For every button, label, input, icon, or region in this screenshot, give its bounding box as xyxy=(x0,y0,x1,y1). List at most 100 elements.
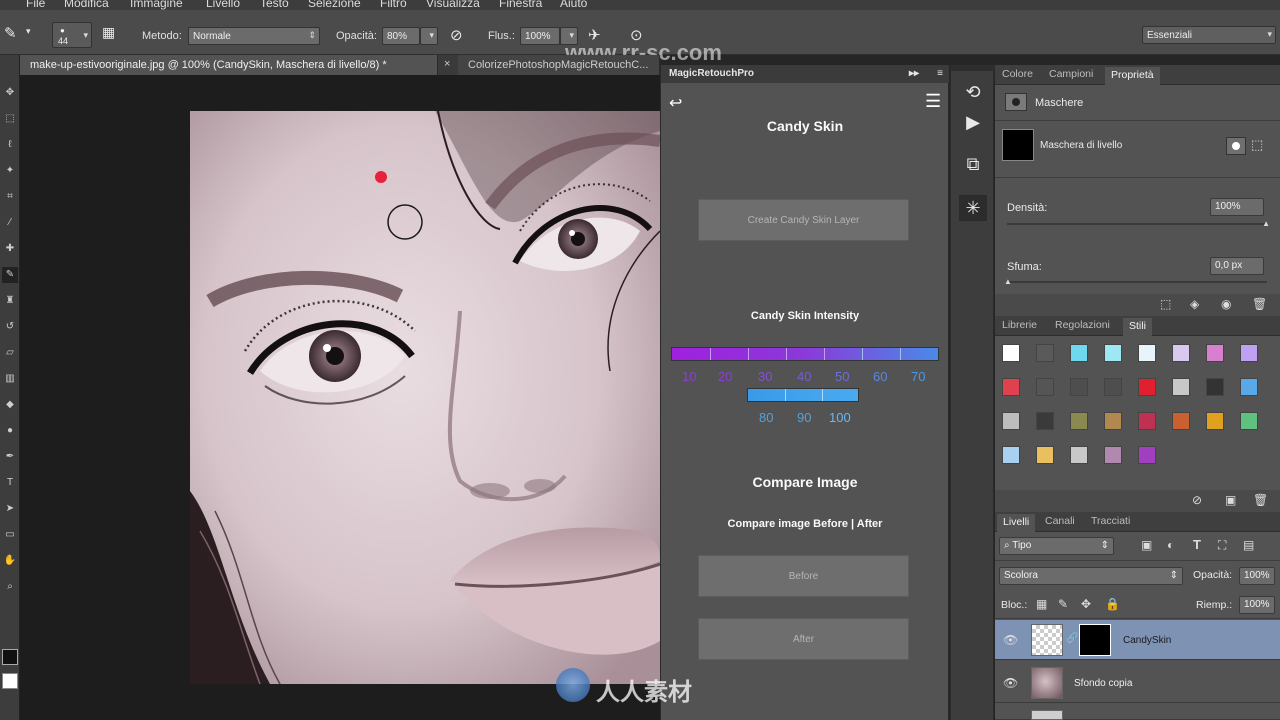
quick-select-tool-icon[interactable]: ✦ xyxy=(2,163,18,179)
clone-source-icon[interactable]: ⧉ xyxy=(959,151,987,177)
vector-mask-icon[interactable]: ⬚ xyxy=(1251,137,1269,155)
style-swatch[interactable] xyxy=(1240,344,1258,362)
shape-tool-icon[interactable]: ▭ xyxy=(2,527,18,543)
intensity-70[interactable]: 70 xyxy=(911,369,925,384)
sfuma-slider[interactable]: ▲ xyxy=(1004,277,1267,286)
gradient-tool-icon[interactable]: ▥ xyxy=(2,371,18,387)
menu-file[interactable]: File xyxy=(26,0,45,10)
layer-row-partial[interactable] xyxy=(995,706,1280,720)
visibility-eye-icon[interactable]: 👁 xyxy=(1003,676,1018,690)
lock-position-icon[interactable]: ✥ xyxy=(1081,597,1091,611)
mask-thumbnail[interactable] xyxy=(1002,129,1034,161)
marquee-tool-icon[interactable]: ⬚ xyxy=(2,111,18,127)
sfuma-input[interactable]: 0,0 px xyxy=(1210,257,1264,275)
intensity-90[interactable]: 90 xyxy=(797,410,811,425)
style-swatch[interactable] xyxy=(1002,378,1020,396)
menu-finestra[interactable]: Finestra xyxy=(499,0,542,10)
back-icon[interactable]: ↩ xyxy=(669,93,682,113)
style-swatch[interactable] xyxy=(1138,344,1156,362)
style-swatch[interactable] xyxy=(1206,344,1224,362)
tab-livelli[interactable]: Livelli xyxy=(997,514,1036,532)
style-swatch[interactable] xyxy=(1070,412,1088,430)
visibility-eye-icon[interactable]: 👁 xyxy=(1003,633,1018,647)
style-swatch[interactable] xyxy=(1002,412,1020,430)
menu-aiuto[interactable]: Aiuto xyxy=(560,0,587,10)
style-swatch[interactable] xyxy=(1002,344,1020,362)
lock-transparency-icon[interactable]: ▦ xyxy=(1036,597,1047,611)
history-brush-tool-icon[interactable]: ↺ xyxy=(2,319,18,335)
style-swatch[interactable] xyxy=(1104,378,1122,396)
style-swatch[interactable] xyxy=(1172,412,1190,430)
style-swatch[interactable] xyxy=(1070,344,1088,362)
tab-colore[interactable]: Colore xyxy=(1002,68,1033,80)
close-icon[interactable]: × xyxy=(444,58,450,70)
style-swatch[interactable] xyxy=(1036,378,1054,396)
filter-smart-icon[interactable]: ▤ xyxy=(1243,538,1254,552)
tab-colorize-document[interactable]: ColorizePhotoshopMagicRetouchC... xyxy=(458,55,660,75)
brush-tool-icon[interactable]: ✎ xyxy=(4,24,17,42)
trash-icon[interactable]: 🗑 xyxy=(1253,493,1268,507)
style-swatch[interactable] xyxy=(1070,378,1088,396)
lasso-tool-icon[interactable]: ℓ xyxy=(2,137,18,153)
tab-proprieta[interactable]: Proprietà xyxy=(1105,67,1160,85)
tab-tracciati[interactable]: Tracciati xyxy=(1091,515,1130,527)
document-photo[interactable] xyxy=(190,111,660,684)
style-swatch[interactable] xyxy=(1138,412,1156,430)
intensity-30[interactable]: 30 xyxy=(758,369,772,384)
type-tool-icon[interactable]: T xyxy=(2,475,18,491)
style-swatch[interactable] xyxy=(1172,378,1190,396)
flusso-input[interactable]: 100% xyxy=(520,27,560,45)
intensity-40[interactable]: 40 xyxy=(797,369,811,384)
eyedropper-tool-icon[interactable]: ⁄ xyxy=(2,215,18,231)
intensity-bar-row1[interactable] xyxy=(671,347,939,361)
healing-tool-icon[interactable]: ✚ xyxy=(2,241,18,257)
background-color-swatch[interactable] xyxy=(2,673,18,689)
brush-tool-icon[interactable]: ✎ xyxy=(2,267,18,283)
style-swatch[interactable] xyxy=(1240,412,1258,430)
panel-menu-icon[interactable]: ≡ xyxy=(937,65,943,83)
tab-makeup-document[interactable]: make-up-estivooriginale.jpg @ 100% (Cand… xyxy=(20,55,438,75)
riemp-input[interactable]: 100% xyxy=(1239,596,1275,614)
menu-modifica[interactable]: Modifica xyxy=(64,0,109,10)
blend-mode-select[interactable]: Scolora ⇕ xyxy=(999,567,1183,585)
menu-testo[interactable]: Testo xyxy=(260,0,289,10)
layer-filter-select[interactable]: ⌕ Tipo ⇕ xyxy=(999,537,1114,555)
style-swatch[interactable] xyxy=(1240,378,1258,396)
clear-style-icon[interactable]: ⊘ xyxy=(1192,493,1202,507)
densita-slider[interactable]: ▲ xyxy=(1007,219,1270,228)
collapse-icon[interactable]: ▸▸ xyxy=(909,65,919,83)
style-swatch[interactable] xyxy=(1104,446,1122,464)
brush-panel-icon[interactable]: ▦ xyxy=(102,24,115,41)
brush-size-picker[interactable]: ● 44 ▾ xyxy=(52,22,92,48)
menu-selezione[interactable]: Selezione xyxy=(308,0,361,10)
intensity-10[interactable]: 10 xyxy=(682,369,696,384)
before-button[interactable]: Before xyxy=(698,555,909,597)
hamburger-menu-icon[interactable]: ☰ xyxy=(925,91,941,112)
actions-play-icon[interactable]: ▶ xyxy=(959,109,987,135)
layer-row-candyskin[interactable]: 👁 🔗 CandySkin xyxy=(995,620,1280,660)
style-swatch[interactable] xyxy=(1104,344,1122,362)
tab-campioni[interactable]: Campioni xyxy=(1049,68,1093,80)
move-tool-icon[interactable]: ✥ xyxy=(2,85,18,101)
trash-icon[interactable]: 🗑 xyxy=(1252,297,1267,311)
chevron-down-icon[interactable]: ▾ xyxy=(26,26,31,37)
new-style-icon[interactable]: ▣ xyxy=(1225,493,1236,507)
workspace-select[interactable]: Essenziali ▾ xyxy=(1142,26,1276,44)
tab-regolazioni[interactable]: Regolazioni xyxy=(1055,319,1110,331)
zoom-tool-icon[interactable]: ⌕ xyxy=(2,579,18,595)
intensity-50[interactable]: 50 xyxy=(835,369,849,384)
hand-tool-icon[interactable]: ✋ xyxy=(2,553,18,569)
intensity-60[interactable]: 60 xyxy=(873,369,887,384)
filter-adjustment-icon[interactable]: ◐ xyxy=(1167,538,1174,552)
style-swatch[interactable] xyxy=(1104,412,1122,430)
menu-livello[interactable]: Livello xyxy=(206,0,240,10)
path-select-tool-icon[interactable]: ➤ xyxy=(2,501,18,517)
magicretouch-icon[interactable]: ✳ xyxy=(959,195,987,221)
style-swatch[interactable] xyxy=(1070,446,1088,464)
menu-immagine[interactable]: Immagine xyxy=(130,0,183,10)
style-swatch[interactable] xyxy=(1138,446,1156,464)
opacita-dropdown[interactable]: ▾ xyxy=(420,27,438,45)
style-swatch[interactable] xyxy=(1002,446,1020,464)
filter-pixel-icon[interactable]: ▣ xyxy=(1141,538,1152,552)
apply-mask-icon[interactable]: ◈ xyxy=(1190,297,1199,311)
